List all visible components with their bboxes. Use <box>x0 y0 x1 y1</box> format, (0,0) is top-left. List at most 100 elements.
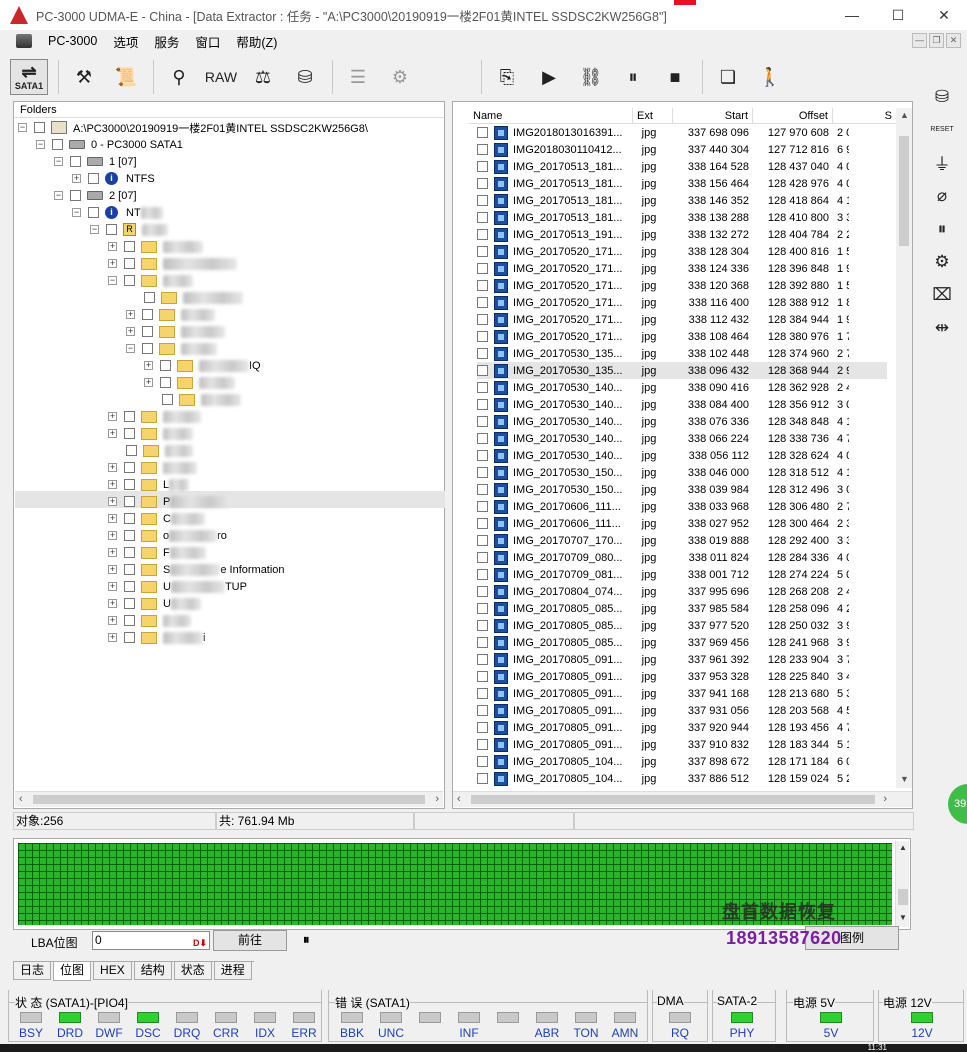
checkbox[interactable] <box>124 462 135 473</box>
expand-icon[interactable]: + <box>108 463 117 472</box>
file-row[interactable]: IMG_20170606_111... jpg 338 027 952 128 300… <box>477 515 887 532</box>
collapse-icon[interactable]: − <box>36 140 45 149</box>
folder-row[interactable]: + F <box>108 544 206 561</box>
folder-row[interactable]: + <box>126 306 215 323</box>
power-button[interactable]: ⏚ <box>922 146 962 179</box>
file-checkbox[interactable] <box>477 518 488 529</box>
expand-icon[interactable]: + <box>108 497 117 506</box>
scroll-right-icon[interactable]: › <box>435 793 439 805</box>
file-checkbox[interactable] <box>477 229 488 240</box>
file-row[interactable]: IMG_20170530_140... jpg 338 066 224 128 338… <box>477 430 887 447</box>
file-row[interactable]: IMG_20170520_171... jpg 338 124 336 128 396… <box>477 260 887 277</box>
checkbox[interactable] <box>88 207 99 218</box>
expand-icon[interactable]: + <box>72 174 81 183</box>
checkbox[interactable] <box>124 275 135 286</box>
file-checkbox[interactable] <box>477 212 488 223</box>
checkbox[interactable] <box>124 428 135 439</box>
file-row[interactable]: IMG_20170520_171... jpg 338 112 432 128 384… <box>477 311 887 328</box>
side-pause-button[interactable]: ⏸ <box>922 212 962 245</box>
tab-bitmap[interactable]: 位图 <box>53 962 92 981</box>
folder-row[interactable] <box>126 442 193 459</box>
file-row[interactable]: IMG_20170513_181... jpg 338 164 528 128 437… <box>477 158 887 175</box>
balance-button[interactable]: ⚖ <box>246 59 280 95</box>
file-checkbox[interactable] <box>477 127 488 138</box>
scroll-up-icon[interactable]: ▲ <box>899 843 907 852</box>
tab-hex[interactable]: HEX <box>93 962 132 980</box>
collapse-icon[interactable]: − <box>108 276 117 285</box>
lba-dropdown-icon[interactable]: D⬇ <box>193 935 207 952</box>
tree-partition-2[interactable]: − 2 [07] <box>54 187 137 204</box>
network-button[interactable]: ⚙ <box>383 59 417 95</box>
go-button[interactable]: 前往 <box>213 930 287 951</box>
file-row[interactable]: IMG_20170513_191... jpg 338 132 272 128 404… <box>477 226 887 243</box>
expand-icon[interactable]: + <box>126 310 135 319</box>
scroll-thumb[interactable] <box>33 795 425 804</box>
expand-icon[interactable]: + <box>108 565 117 574</box>
folder-row[interactable]: − <box>126 340 217 357</box>
folder-row[interactable]: + U <box>108 595 201 612</box>
file-checkbox[interactable] <box>477 637 488 648</box>
file-checkbox[interactable] <box>477 331 488 342</box>
file-row[interactable]: IMG_20170805_091... jpg 337 953 328 128 225… <box>477 668 887 685</box>
checkbox[interactable] <box>124 479 135 490</box>
expand-icon[interactable]: + <box>108 514 117 523</box>
checkbox[interactable] <box>124 258 135 269</box>
scroll-down-icon[interactable]: ▼ <box>900 774 909 784</box>
tree-device[interactable]: − 0 - PC3000 SATA1 <box>36 136 183 153</box>
file-checkbox[interactable] <box>477 263 488 274</box>
file-row[interactable]: IMG_20170530_150... jpg 338 039 984 128 312… <box>477 481 887 498</box>
file-row[interactable]: IMG_20170709_080... jpg 338 011 824 128 284… <box>477 549 887 566</box>
file-checkbox[interactable] <box>477 569 488 580</box>
log-button[interactable]: 📜 <box>109 59 143 95</box>
branch-button[interactable]: ⛓ <box>574 59 608 95</box>
bitmap-pause-button[interactable]: ⏸ <box>303 932 310 948</box>
menu-window[interactable]: 窗口 <box>195 32 220 51</box>
file-checkbox[interactable] <box>477 722 488 733</box>
folder-row[interactable]: + <box>108 459 197 476</box>
folder-row[interactable]: + <box>108 255 237 272</box>
checkbox[interactable] <box>162 394 173 405</box>
folder-row[interactable] <box>162 391 241 408</box>
file-row[interactable]: IMG_20170520_171... jpg 338 108 464 128 380… <box>477 328 887 345</box>
folder-row[interactable]: + C <box>108 510 205 527</box>
checkbox[interactable] <box>88 173 99 184</box>
column-size[interactable]: S <box>833 108 897 123</box>
system-menu-icon[interactable] <box>16 34 32 48</box>
checkbox[interactable] <box>124 513 135 524</box>
folder-row[interactable]: + <box>108 425 193 442</box>
database-button[interactable]: ⛁ <box>922 80 962 113</box>
tree-root[interactable]: − A:\PC3000\20190919一楼2F01黄INTEL SSDSC2K… <box>18 119 368 136</box>
file-checkbox[interactable] <box>477 654 488 665</box>
expand-icon[interactable]: + <box>108 242 117 251</box>
column-start[interactable]: Start <box>673 108 753 123</box>
file-row[interactable]: IMG_20170530_140... jpg 338 076 336 128 348… <box>477 413 887 430</box>
file-row[interactable]: IMG_20170513_181... jpg 338 138 288 128 410… <box>477 209 887 226</box>
file-checkbox[interactable] <box>477 603 488 614</box>
column-name[interactable]: Name <box>469 108 633 123</box>
file-checkbox[interactable] <box>477 144 488 155</box>
scroll-thumb[interactable] <box>899 136 909 246</box>
file-row[interactable]: IMG_20170805_091... jpg 337 920 944 128 193… <box>477 719 887 736</box>
expand-icon[interactable]: + <box>108 429 117 438</box>
file-row[interactable]: IMG_20170513_181... jpg 338 156 464 128 428… <box>477 175 887 192</box>
expand-icon[interactable]: + <box>108 548 117 557</box>
folders-horizontal-scrollbar[interactable]: ‹ › <box>15 791 443 807</box>
tree-button[interactable]: ☰ <box>341 59 375 95</box>
scroll-thumb[interactable] <box>471 795 875 804</box>
file-checkbox[interactable] <box>477 586 488 597</box>
checkbox[interactable] <box>142 309 153 320</box>
file-row[interactable]: IMG_20170606_111... jpg 338 033 968 128 306… <box>477 498 887 515</box>
tree-root-dir[interactable]: − R <box>90 221 168 238</box>
file-row[interactable]: IMG_20170804_074... jpg 337 995 696 128 268… <box>477 583 887 600</box>
expand-icon[interactable]: + <box>108 616 117 625</box>
column-ext[interactable]: Ext <box>633 108 673 123</box>
file-checkbox[interactable] <box>477 773 488 784</box>
file-checkbox[interactable] <box>477 280 488 291</box>
file-row[interactable]: IMG_20170805_091... jpg 337 931 056 128 203… <box>477 702 887 719</box>
file-checkbox[interactable] <box>477 348 488 359</box>
file-row[interactable]: IMG_20170805_085... jpg 337 985 584 128 258… <box>477 600 887 617</box>
file-checkbox[interactable] <box>477 705 488 716</box>
disk-button[interactable]: ⛁ <box>288 59 322 95</box>
file-checkbox[interactable] <box>477 382 488 393</box>
scroll-left-icon[interactable]: ‹ <box>457 793 461 805</box>
